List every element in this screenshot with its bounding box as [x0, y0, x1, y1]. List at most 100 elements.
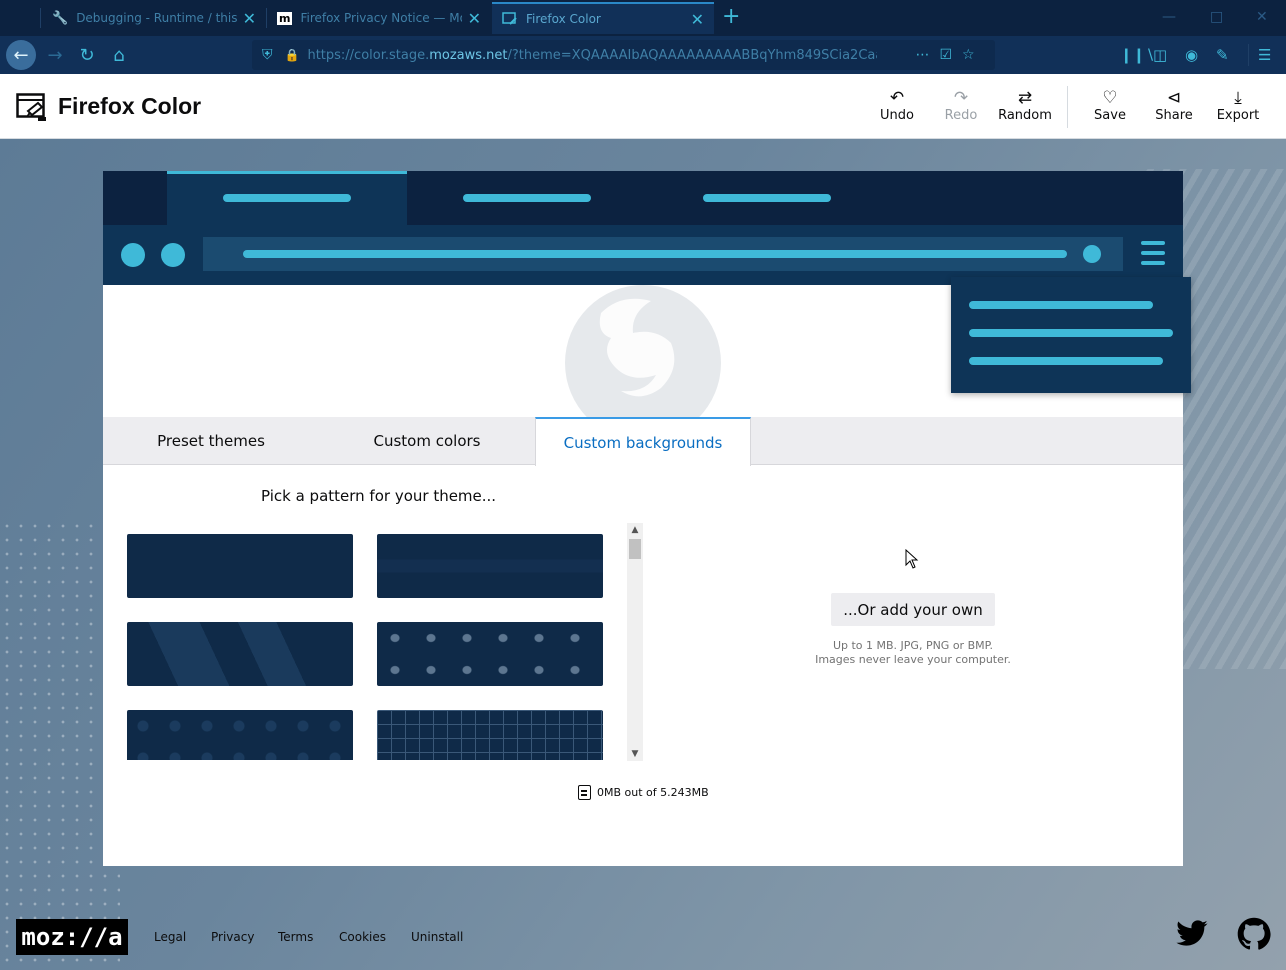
github-icon[interactable] [1237, 917, 1271, 951]
preview-toolbar-icon [121, 243, 145, 267]
shuffle-icon: ⇄ [1017, 88, 1033, 108]
url-text[interactable]: https://color.stage.mozaws.net/?theme=XQ… [307, 48, 877, 63]
scroll-down-arrow-icon[interactable]: ▼ [627, 747, 643, 761]
preview-toolbar[interactable] [103, 225, 1183, 285]
preview-tab-strip [103, 171, 1183, 225]
export-button[interactable]: ⤓ Export [1208, 88, 1268, 123]
preview-tab-text[interactable] [703, 194, 831, 202]
pattern-tile[interactable] [377, 534, 603, 598]
page-actions-icon[interactable]: ⋯ [915, 47, 929, 63]
maximize-window-button[interactable]: □ [1210, 9, 1223, 25]
footer-link-uninstall[interactable]: Uninstall [411, 930, 463, 944]
reload-button[interactable]: ↻ [72, 40, 102, 70]
back-button[interactable]: ← [6, 40, 36, 70]
storage-icon [578, 785, 591, 800]
pattern-scrollbar[interactable]: ▲ ▼ [627, 523, 643, 761]
page: Firefox Color ↶ Undo ↷ Redo ⇄ Random ♡ S… [0, 74, 1286, 970]
save-button[interactable]: ♡ Save [1080, 88, 1140, 123]
tab-custom-colors[interactable]: Custom colors [319, 417, 535, 465]
preview-menu-item [969, 357, 1163, 365]
shield-icon[interactable]: ⛨ [262, 47, 273, 63]
tab-separator [40, 8, 41, 28]
firefox-color-logo-icon [16, 93, 46, 121]
twitter-icon[interactable] [1175, 919, 1209, 949]
new-tab-button[interactable]: + [722, 6, 740, 28]
heart-icon: ♡ [1102, 88, 1118, 108]
mozilla-logo[interactable]: moz://a [16, 919, 128, 955]
bookmark-star-icon[interactable]: ☆ [962, 47, 975, 63]
storage-text: 0MB out of 5.243MB [597, 786, 709, 799]
preview-menu-icon[interactable] [1141, 241, 1165, 265]
pattern-tile[interactable] [127, 622, 353, 686]
undo-button[interactable]: ↶ Undo [867, 88, 927, 123]
preview-toolbar-icon [161, 243, 185, 267]
preview-menu-item [969, 301, 1153, 309]
preview-url-text [243, 250, 1067, 258]
scrollbar-thumb[interactable] [629, 539, 641, 559]
extension-icon[interactable]: ◉ [1185, 46, 1198, 64]
tab-title: Firefox Color [526, 12, 601, 26]
footer-link-cookies[interactable]: Cookies [339, 930, 386, 944]
home-button[interactable]: ⌂ [104, 40, 134, 70]
preview-url-icon [1083, 245, 1101, 263]
save-label: Save [1094, 108, 1126, 123]
library-icon[interactable]: ❙❙∖ [1120, 46, 1155, 64]
forward-button[interactable]: → [40, 40, 70, 70]
pocket-icon[interactable]: ☑ [939, 47, 952, 63]
close-tab-icon[interactable]: ✕ [691, 10, 704, 29]
upload-hint-privacy: Images never leave your computer. [815, 653, 1011, 666]
firefox-color-extension-icon[interactable]: ✎ [1216, 46, 1229, 64]
add-own-image-button[interactable]: ...Or add your own [831, 593, 995, 626]
pattern-tile[interactable] [377, 710, 603, 760]
preview-tab-text [223, 194, 351, 202]
close-window-button[interactable]: ✕ [1256, 9, 1268, 25]
sidebar-icon[interactable]: ◫ [1153, 46, 1167, 64]
lock-icon[interactable]: 🔒 [285, 48, 300, 62]
firefox-logo-watermark-icon [565, 285, 721, 417]
pattern-tile[interactable] [127, 710, 353, 760]
app-title: Firefox Color [58, 93, 202, 119]
footer-link-terms[interactable]: Terms [278, 930, 313, 944]
random-button[interactable]: ⇄ Random [995, 88, 1055, 123]
browser-tab-privacy-notice[interactable]: m Firefox Privacy Notice — Mozi ✕ [267, 2, 491, 34]
hamburger-menu-icon[interactable]: ☰ [1258, 46, 1271, 64]
scroll-up-arrow-icon[interactable]: ▲ [627, 523, 643, 537]
tab-preset-themes[interactable]: Preset themes [103, 417, 319, 465]
undo-icon: ↶ [889, 88, 905, 108]
minimize-window-button[interactable]: — [1162, 9, 1176, 25]
preview-popup-menu[interactable] [951, 277, 1191, 393]
preview-active-tab[interactable] [167, 171, 407, 225]
redo-label: Redo [944, 108, 978, 123]
redo-icon: ↷ [953, 88, 969, 108]
footer-link-privacy[interactable]: Privacy [211, 930, 254, 944]
tab-title: Firefox Privacy Notice — Mozi [300, 11, 462, 25]
share-button[interactable]: ⊲ Share [1144, 88, 1204, 123]
page-footer: moz://a Legal Privacy Terms Cookies Unin… [0, 917, 1286, 970]
browser-tab-firefox-color[interactable]: Firefox Color ✕ [492, 2, 714, 34]
pattern-list[interactable] [127, 534, 603, 760]
theme-preview [103, 171, 1191, 417]
page-background: Preset themes Custom colors Custom backg… [0, 139, 1286, 970]
share-label: Share [1155, 108, 1193, 123]
pattern-heading: Pick a pattern for your theme... [261, 487, 497, 505]
export-label: Export [1216, 108, 1260, 123]
upload-hint: Up to 1 MB. JPG, PNG or BMP. Images neve… [793, 639, 1033, 667]
pattern-tile[interactable] [377, 622, 603, 686]
browser-tab-strip: 🔧 Debugging - Runtime / this-fir ✕ m Fir… [0, 0, 1286, 36]
tab-custom-backgrounds[interactable]: Custom backgrounds [535, 417, 751, 466]
preview-menu-item [969, 329, 1173, 337]
storage-usage: 0MB out of 5.243MB [578, 785, 709, 800]
redo-button[interactable]: ↷ Redo [931, 88, 991, 123]
close-tab-icon[interactable]: ✕ [243, 9, 256, 28]
preview-url-field[interactable] [203, 237, 1123, 271]
firefox-color-icon [502, 12, 517, 25]
footer-link-legal[interactable]: Legal [154, 930, 186, 944]
pattern-tile[interactable] [127, 534, 353, 598]
url-bar[interactable]: ⛨ 🔒 https://color.stage.mozaws.net/?them… [252, 40, 995, 70]
close-tab-icon[interactable]: ✕ [468, 9, 481, 28]
toolbar-separator [1248, 44, 1249, 66]
editor-tabs: Preset themes Custom colors Custom backg… [103, 417, 1183, 466]
preview-tab-text[interactable] [463, 194, 591, 202]
browser-tab-debugging[interactable]: 🔧 Debugging - Runtime / this-fir ✕ [42, 2, 266, 34]
wrench-icon: 🔧 [52, 10, 69, 26]
